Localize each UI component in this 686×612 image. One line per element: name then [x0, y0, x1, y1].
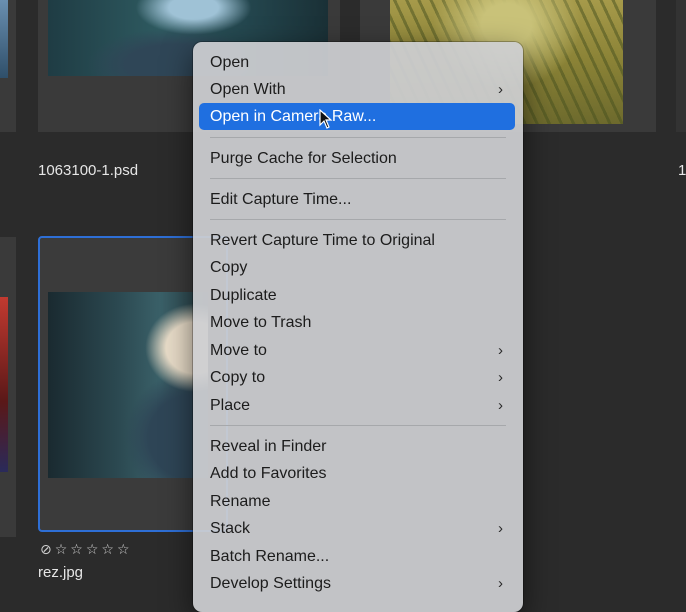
mouse-pointer-icon	[319, 109, 333, 129]
menu-item-open-with[interactable]: Open With ›	[199, 76, 515, 103]
filename-label-top: 1063100-1.psd	[38, 162, 139, 179]
filename-label-top-right-partial: 1	[678, 162, 686, 179]
reject-circle-icon[interactable]: ⊘	[40, 541, 53, 558]
menu-separator	[210, 178, 506, 179]
menu-item-open-in-camera-raw[interactable]: Open in Camera Raw...	[199, 103, 515, 130]
menu-item-edit-capture-time[interactable]: Edit Capture Time...	[199, 186, 515, 213]
menu-item-purge-cache[interactable]: Purge Cache for Selection	[199, 145, 515, 172]
chevron-right-icon: ›	[498, 397, 503, 414]
menu-item-revert-capture-time[interactable]: Revert Capture Time to Original	[199, 227, 515, 254]
chevron-right-icon: ›	[498, 81, 503, 98]
menu-item-reveal-in-finder[interactable]: Reveal in Finder	[199, 433, 515, 460]
chevron-right-icon: ›	[498, 369, 503, 386]
menu-separator	[210, 219, 506, 220]
thumbnail-image-left-bottom	[0, 297, 8, 472]
chevron-right-icon: ›	[498, 520, 503, 537]
menu-item-rename[interactable]: Rename	[199, 488, 515, 515]
menu-item-duplicate[interactable]: Duplicate	[199, 282, 515, 309]
menu-separator	[210, 137, 506, 138]
star-rating[interactable]: ⊘ ☆ ☆ ☆ ☆ ☆	[40, 541, 131, 558]
star-icon[interactable]: ☆	[70, 541, 84, 558]
star-icon[interactable]: ☆	[86, 541, 100, 558]
thumbnail-tile-far-right[interactable]	[676, 0, 686, 132]
thumbnail-image-left-top	[0, 0, 8, 78]
menu-item-open[interactable]: Open	[199, 49, 515, 76]
menu-separator	[210, 425, 506, 426]
chevron-right-icon: ›	[498, 342, 503, 359]
menu-item-copy-to[interactable]: Copy to ›	[199, 364, 515, 391]
menu-item-copy[interactable]: Copy	[199, 254, 515, 281]
menu-item-develop-settings[interactable]: Develop Settings ›	[199, 570, 515, 597]
menu-item-batch-rename[interactable]: Batch Rename...	[199, 543, 515, 570]
menu-item-move-to-trash[interactable]: Move to Trash	[199, 309, 515, 336]
star-icon[interactable]: ☆	[55, 541, 69, 558]
menu-item-stack[interactable]: Stack ›	[199, 515, 515, 542]
star-icon[interactable]: ☆	[101, 541, 115, 558]
filename-label-selected: rez.jpg	[38, 564, 84, 581]
thumbnail-image-selected	[48, 292, 208, 478]
star-icon[interactable]: ☆	[117, 541, 131, 558]
menu-item-add-to-favorites[interactable]: Add to Favorites	[199, 460, 515, 487]
menu-item-move-to[interactable]: Move to ›	[199, 337, 515, 364]
context-menu: Open Open With › Open in Camera Raw... Pu…	[193, 42, 523, 612]
menu-item-place[interactable]: Place ›	[199, 392, 515, 419]
chevron-right-icon: ›	[498, 575, 503, 592]
